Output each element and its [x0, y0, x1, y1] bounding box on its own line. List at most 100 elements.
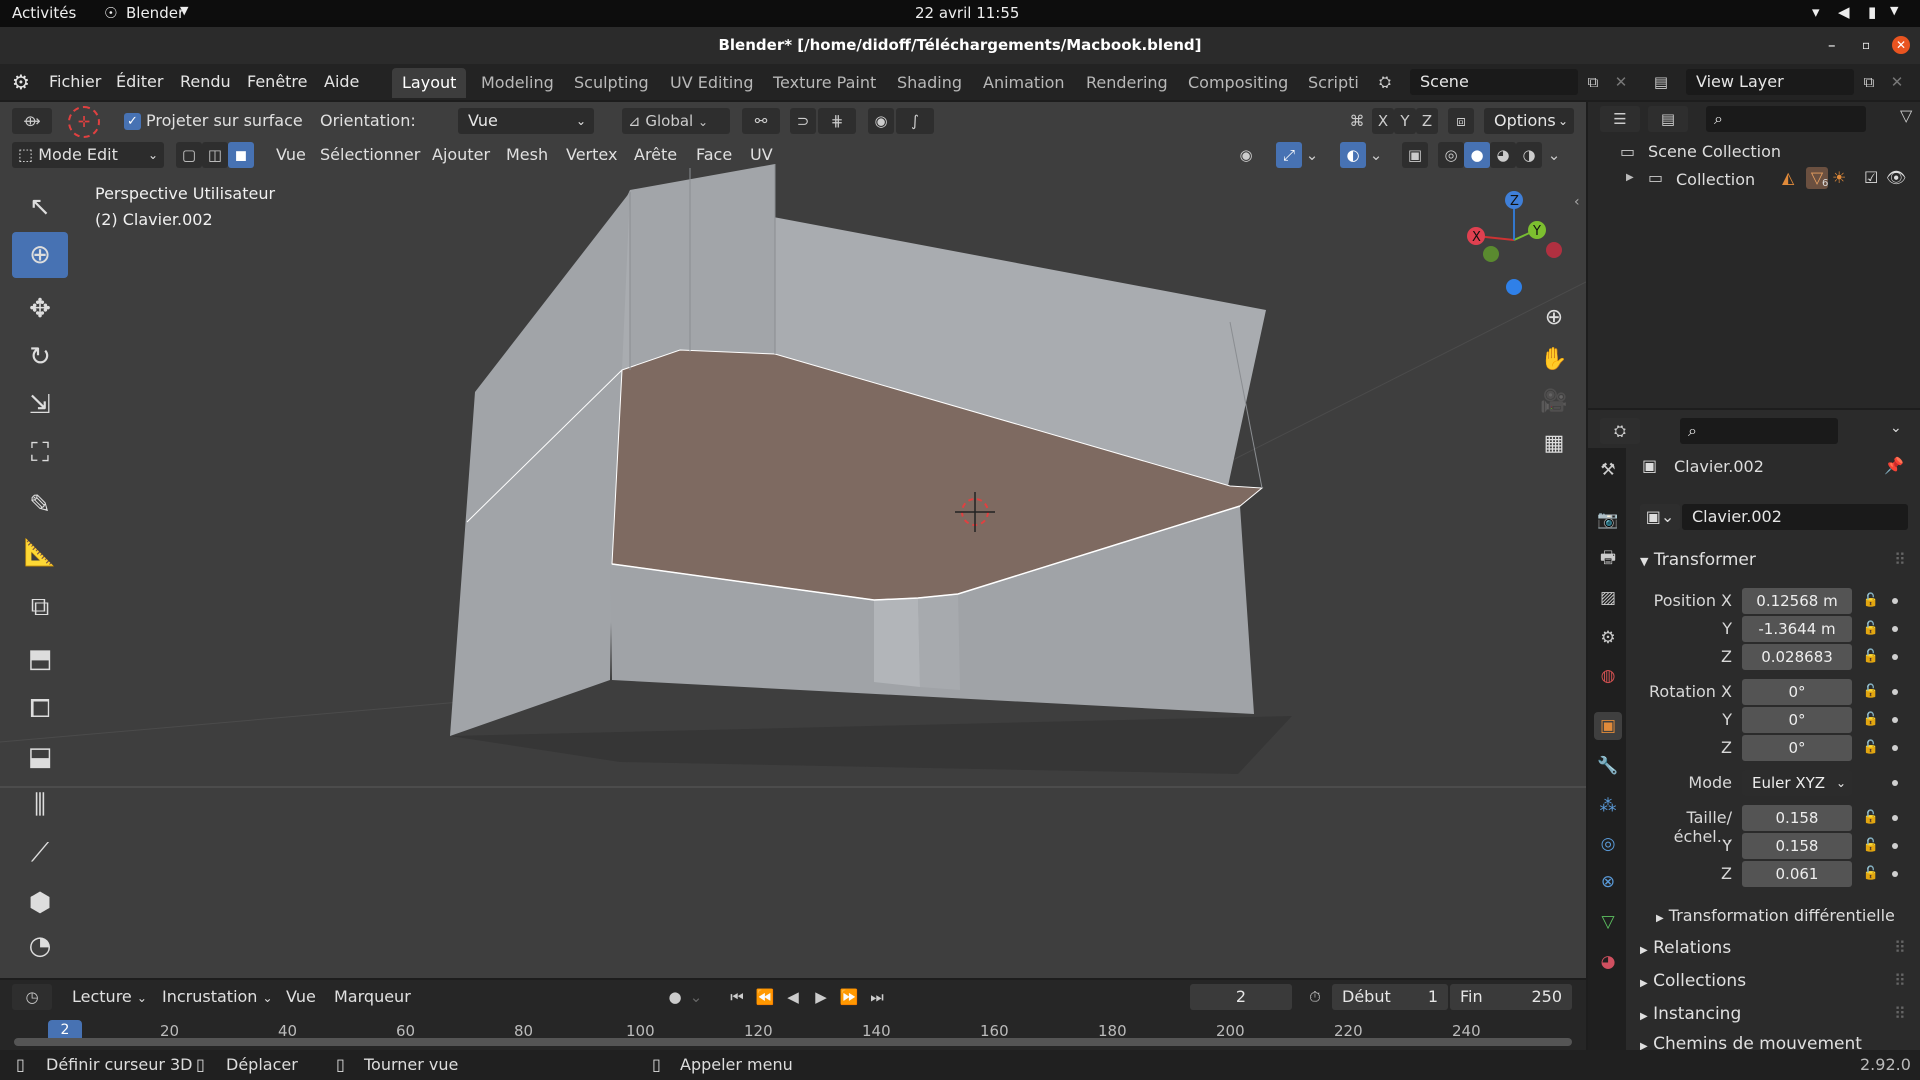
new-view-layer-icon[interactable]: ⧉ — [1856, 69, 1882, 95]
constraints-tab-icon[interactable]: ⊗ — [1594, 868, 1622, 896]
position-z-field[interactable]: 0.028683 — [1742, 644, 1852, 670]
tab-shading[interactable]: Shading — [887, 68, 972, 98]
keyframe-dot[interactable] — [1892, 626, 1898, 632]
zoom-icon[interactable]: ⊕ — [1536, 300, 1572, 336]
filter-icon[interactable]: ▽ — [1900, 106, 1912, 125]
lock-icon[interactable]: 🔓 — [1860, 590, 1882, 612]
minimize-icon[interactable]: – — [1828, 27, 1836, 64]
collection-label[interactable]: Collection — [1676, 170, 1755, 189]
menu-vertex[interactable]: Vertex — [560, 142, 623, 168]
shading-dropdown-icon[interactable]: ⌄ — [1544, 142, 1564, 168]
menu-editer[interactable]: Éditer — [116, 64, 163, 100]
drag-handle-icon[interactable]: ⠿ — [1894, 971, 1906, 990]
delete-view-layer-icon[interactable]: ✕ — [1884, 69, 1910, 95]
motion-paths-panel-header[interactable]: ▶ Chemins de mouvement — [1640, 1034, 1862, 1050]
menu-ajouter[interactable]: Ajouter — [426, 142, 496, 168]
pan-hand-icon[interactable]: ✋ — [1536, 342, 1572, 378]
stopwatch-icon[interactable]: ⏱ — [1302, 984, 1328, 1010]
camera-view-icon[interactable]: 🎥 — [1536, 384, 1572, 420]
menu-mesh[interactable]: Mesh — [500, 142, 554, 168]
mirror-mesh-icon[interactable]: ⌘ — [1344, 108, 1370, 134]
rotation-mode-dropdown[interactable]: Euler XYZ ⌄ — [1742, 770, 1852, 796]
view-layer-tab-icon[interactable]: ▨ — [1594, 584, 1622, 612]
move-tool-icon[interactable]: ✥ — [12, 286, 68, 332]
tab-sculpting[interactable]: Sculpting — [564, 68, 659, 98]
tool-tab-icon[interactable]: ⚒ — [1594, 456, 1622, 484]
orientation-dropdown[interactable]: Vue ⌄ — [458, 108, 594, 134]
exclude-checkbox[interactable]: ☑ — [1864, 168, 1878, 187]
project-surface-checkbox[interactable]: ✓ — [124, 113, 141, 130]
snap-target-icon[interactable]: ⋕ — [818, 108, 856, 134]
mirror-y-toggle[interactable]: Y — [1394, 108, 1416, 134]
app-menu[interactable]: Blender — [126, 4, 184, 22]
transform-panel-header[interactable]: ▼ Transformer — [1640, 550, 1756, 570]
gizmo-toggle-icon[interactable]: ⤢ — [1276, 142, 1302, 168]
modifier-tab-icon[interactable]: 🔧 — [1594, 752, 1622, 780]
scale-tool-icon[interactable]: ⇲ — [12, 382, 68, 428]
scale-x-field[interactable]: 0.158 — [1742, 805, 1852, 831]
rotation-z-field[interactable]: 0° — [1742, 735, 1852, 761]
record-icon[interactable]: ● — [662, 984, 688, 1010]
shading-wireframe-icon[interactable]: ◎ — [1438, 142, 1464, 168]
keyframe-dot[interactable] — [1892, 815, 1898, 821]
expand-arrow-icon[interactable]: ▶ — [1626, 172, 1634, 183]
object-type-dropdown[interactable]: ▣⌄ — [1640, 504, 1680, 530]
keyframe-dot[interactable] — [1892, 843, 1898, 849]
end-frame-field[interactable]: Fin 250 — [1450, 984, 1572, 1010]
xray-toggle-icon[interactable]: ▣ — [1402, 142, 1428, 168]
instancing-panel-header[interactable]: ▶ Instancing — [1640, 1004, 1741, 1024]
lock-icon[interactable]: 🔓 — [1860, 863, 1882, 885]
vertex-select-icon[interactable]: ▢ — [176, 142, 202, 168]
drag-handle-icon[interactable]: ⠿ — [1894, 1004, 1906, 1023]
delta-transform-subpanel[interactable]: ▶ Transformation différentielle — [1656, 906, 1895, 925]
delete-scene-icon[interactable]: ✕ — [1608, 69, 1634, 95]
mirror-z-toggle[interactable]: Z — [1416, 108, 1438, 134]
overlays-dropdown-icon[interactable]: ⌄ — [1366, 142, 1386, 168]
menu-vue[interactable]: Vue — [270, 142, 312, 168]
drag-handle-icon[interactable]: ⠿ — [1894, 550, 1906, 569]
edge-select-icon[interactable]: ◫ — [202, 142, 228, 168]
menu-marqueur[interactable]: Marqueur — [328, 984, 417, 1010]
scene-selector[interactable]: Scene — [1410, 69, 1578, 95]
jump-end-icon[interactable]: ⏭ — [864, 984, 890, 1010]
menu-lecture[interactable]: Lecture ⌄ — [66, 984, 153, 1010]
overlays-toggle-icon[interactable]: ◐ — [1340, 142, 1366, 168]
tool-settings-icon[interactable]: ⟴ — [12, 108, 52, 134]
tab-animation[interactable]: Animation — [973, 68, 1075, 98]
rotation-x-field[interactable]: 0° — [1742, 679, 1852, 705]
particles-tab-icon[interactable]: ⁂ — [1594, 792, 1622, 820]
menu-face[interactable]: Face — [690, 142, 738, 168]
perspective-grid-icon[interactable]: ▦ — [1536, 426, 1572, 462]
scene-tab-icon[interactable]: ⚙ — [1594, 624, 1622, 652]
tab-texture-paint[interactable]: Texture Paint — [763, 68, 886, 98]
menu-fichier[interactable]: Fichier — [49, 64, 101, 100]
playhead-frame-badge[interactable]: 2 — [48, 1020, 82, 1040]
sidebar-toggle-chevron-icon[interactable]: ‹ — [1574, 194, 1580, 210]
shading-material-icon[interactable]: ◕ — [1490, 142, 1516, 168]
menu-uv[interactable]: UV — [744, 142, 779, 168]
mirror-x-toggle[interactable]: X — [1372, 108, 1394, 134]
system-menu-chevron-icon[interactable]: ▼ — [1890, 4, 1898, 17]
rotation-y-field[interactable]: 0° — [1742, 707, 1852, 733]
tab-rendering[interactable]: Rendering — [1076, 68, 1178, 98]
options-dropdown[interactable]: Options ⌄ — [1484, 108, 1574, 134]
mode-dropdown[interactable]: ⬚ Mode Edit ⌄ — [12, 142, 164, 168]
collections-panel-header[interactable]: ▶ Collections — [1640, 971, 1746, 991]
pivot-point-icon[interactable]: ⚯ — [742, 108, 780, 134]
position-y-field[interactable]: -1.3644 m — [1742, 616, 1852, 642]
keyframe-dot[interactable] — [1892, 780, 1898, 786]
topology-mirror-icon[interactable]: ⧈ — [1448, 108, 1474, 134]
tab-uv-editing[interactable]: UV Editing — [660, 68, 763, 98]
menu-timeline-vue[interactable]: Vue — [280, 984, 322, 1010]
play-icon[interactable]: ▶ — [808, 984, 834, 1010]
properties-search-input[interactable]: ⌕ — [1680, 418, 1838, 444]
timeline-scrollbar[interactable] — [14, 1038, 1572, 1046]
render-tab-icon[interactable]: 📷 — [1594, 506, 1622, 534]
face-select-icon[interactable]: ◼ — [228, 142, 254, 168]
menu-rendu[interactable]: Rendu — [180, 64, 231, 100]
annotate-tool-icon[interactable]: ✎ — [12, 482, 68, 528]
inset-tool-icon[interactable]: ⧠ — [12, 686, 68, 732]
keyframe-dot[interactable] — [1892, 654, 1898, 660]
transform-orientation-dropdown[interactable]: ⊿ Global ⌄ — [622, 108, 730, 134]
scene-icon[interactable]: ⛭ — [1372, 69, 1398, 95]
